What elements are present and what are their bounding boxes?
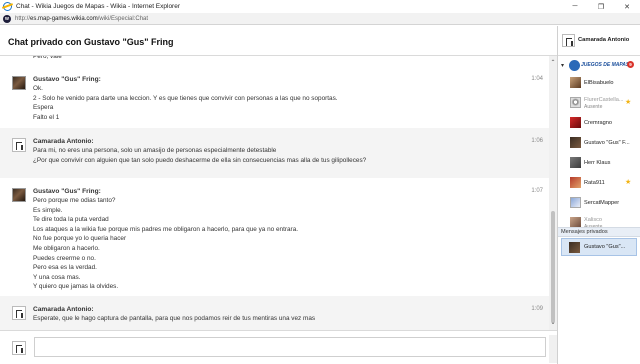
message-line: Me obligaron a hacerlo. xyxy=(33,245,100,252)
current-user-avatar xyxy=(562,34,575,47)
message-line: Para mi, no eres una persona, solo un am… xyxy=(33,147,277,154)
avatar xyxy=(570,157,581,168)
user-list-item[interactable]: Gustavo "Gus" F... xyxy=(558,134,640,154)
private-messages-label: Mensajes privados xyxy=(561,229,608,235)
user-name: Xalisco xyxy=(584,217,603,223)
chat-title: Chat privado con Gustavo "Gus" Fring xyxy=(8,37,174,47)
wikia-site-icon: w xyxy=(3,14,11,23)
message-author[interactable]: Camarada Antonio: xyxy=(33,306,94,313)
user-name: ElBisabuelo xyxy=(584,80,614,86)
message-item: Gustavo "Gus" Fring: 1:07 Pero porque me o… xyxy=(0,182,549,292)
message-composer xyxy=(0,330,557,364)
current-user-name: Camarada Antonio xyxy=(578,37,630,43)
private-messages-header: Mensajes privados xyxy=(558,227,640,237)
window-titlebar: Chat - Wikia Juegos de Mapas - Wikia - I… xyxy=(0,0,640,13)
chevron-down-icon[interactable]: ▾ xyxy=(561,62,564,69)
url-path: /wiki/Especial:Chat xyxy=(97,15,149,22)
private-chat-name: Gustavo "Gus"... xyxy=(584,244,626,250)
user-name: Cremragno xyxy=(584,120,612,126)
room-header[interactable]: ▾ JUEGOS DE MAPAS 9 xyxy=(558,57,640,74)
avatar xyxy=(569,242,580,253)
user-name: Gustavo "Gus" F... xyxy=(584,140,630,146)
message-timestamp: 1:07 xyxy=(531,188,543,194)
message-line: Puedes creerme o no. xyxy=(33,254,96,262)
message-line: ¿Por que convivir con alguien que tan so… xyxy=(33,156,367,164)
message-timestamp: 1:04 xyxy=(531,76,543,82)
message-line: Te dire toda la puta verdad xyxy=(33,216,109,224)
avatar xyxy=(570,117,581,128)
scroll-down-icon[interactable]: ⌄ xyxy=(549,318,557,326)
avatar[interactable] xyxy=(12,138,26,152)
avatar[interactable] xyxy=(12,306,26,320)
message-line: No fue porque yo lo queria hacer xyxy=(33,235,127,243)
url-prefix: http:// xyxy=(15,15,31,22)
private-chat-item[interactable]: Gustavo "Gus"... xyxy=(561,238,637,256)
message-item: Camarada Antonio: 1:06 Para mi, no eres un… xyxy=(0,128,549,178)
message-line: Ok. xyxy=(33,85,43,92)
user-name: SercatMapper xyxy=(584,200,620,206)
message-line: Pero esa es la verdad. xyxy=(33,264,97,272)
message-line: Y una cosa mas. xyxy=(33,273,81,281)
message-item: Gustavo "Gus" Fring: 1:04 Ok. 2 - Solo he v… xyxy=(0,70,549,126)
composer-scrollbar[interactable] xyxy=(549,335,557,363)
wiki-logo-text: JUEGOS DE MAPAS xyxy=(581,62,630,68)
chat-header: Chat privado con Gustavo "Gus" Fring xyxy=(0,26,557,56)
star-icon: ★ xyxy=(625,99,632,106)
scroll-thumb[interactable] xyxy=(551,211,555,323)
message-line: Falto el 1 xyxy=(33,113,60,121)
message-author[interactable]: Gustavo "Gus" Fring: xyxy=(33,188,101,195)
user-count-badge: 9 xyxy=(627,61,634,68)
user-list-item[interactable]: Cremragno xyxy=(558,114,640,134)
message-line: Pero porque me odias tanto? xyxy=(33,197,116,204)
message-list[interactable]: Pero, vale Gustavo "Gus" Fring: 1:04 Ok. 2 -… xyxy=(0,56,549,330)
my-avatar xyxy=(12,341,26,355)
scroll-up-icon[interactable]: ⌃ xyxy=(549,58,557,66)
message-line: 2 - Solo he venido para darte una leccio… xyxy=(33,94,338,102)
user-list-item[interactable]: XaliscoAusente xyxy=(558,214,640,230)
message-scrollbar[interactable]: ⌃ ⌄ xyxy=(549,56,557,330)
close-button[interactable]: ✕ xyxy=(614,0,640,13)
avatar xyxy=(570,137,581,148)
message-line: Pero, vale xyxy=(33,56,62,60)
message-line: Los ataques a la wikia fue porque mis pa… xyxy=(33,225,299,233)
star-icon: ★ xyxy=(625,179,632,186)
url-host: es.map-games.wikia.com xyxy=(30,15,98,22)
user-list-item[interactable]: Rata911 ★ xyxy=(558,174,640,194)
message-author[interactable]: Gustavo "Gus" Fring: xyxy=(33,76,101,83)
message-timestamp: 1:06 xyxy=(531,138,543,144)
message-input[interactable] xyxy=(34,337,546,357)
avatar xyxy=(570,97,581,108)
user-list-item[interactable]: Herr Klaus xyxy=(558,154,640,174)
user-name: Rata911 xyxy=(584,180,605,186)
user-name: Herr Klaus xyxy=(584,160,611,166)
message-line: Espera xyxy=(33,104,54,112)
url-text[interactable]: http://es.map-games.wikia.com/wiki/Espec… xyxy=(15,16,148,22)
message-line: Y quiero que jamas la olvides. xyxy=(33,283,119,291)
avatar[interactable] xyxy=(12,188,26,202)
minimize-button[interactable]: ─ xyxy=(562,0,588,13)
window-controls: ─ ❐ ✕ xyxy=(562,0,640,13)
user-list-item[interactable]: ElBisabuelo xyxy=(558,74,640,94)
internet-explorer-icon xyxy=(3,2,12,11)
message-author[interactable]: Camarada Antonio: xyxy=(33,138,94,145)
restore-button[interactable]: ❐ xyxy=(588,0,614,13)
avatar xyxy=(570,197,581,208)
message-line: Es simple. xyxy=(33,206,63,214)
user-status: Ausente xyxy=(584,104,603,110)
message-partial: Pero, vale xyxy=(0,56,549,70)
wiki-logo-icon xyxy=(569,60,580,71)
user-list-item[interactable]: FlurerCastella... Ausente ★ xyxy=(558,94,640,114)
avatar xyxy=(570,177,581,188)
message-timestamp: 1:09 xyxy=(531,306,543,312)
user-list-item[interactable]: SercatMapper xyxy=(558,194,640,214)
message-line: Esperate, que le hago captura de pantall… xyxy=(33,315,316,322)
user-sidebar: Camarada Antonio ▾ JUEGOS DE MAPAS 9 ElB… xyxy=(557,26,640,364)
message-item: Camarada Antonio: 1:09 Esperate, que le ha… xyxy=(0,296,549,330)
current-user[interactable]: Camarada Antonio xyxy=(558,26,640,56)
user-name: FlurerCastella... xyxy=(584,97,624,103)
avatar[interactable] xyxy=(12,76,26,90)
avatar xyxy=(570,77,581,88)
address-bar[interactable]: w http://es.map-games.wikia.com/wiki/Esp… xyxy=(0,13,640,25)
window-title: Chat - Wikia Juegos de Mapas - Wikia - I… xyxy=(16,3,181,10)
